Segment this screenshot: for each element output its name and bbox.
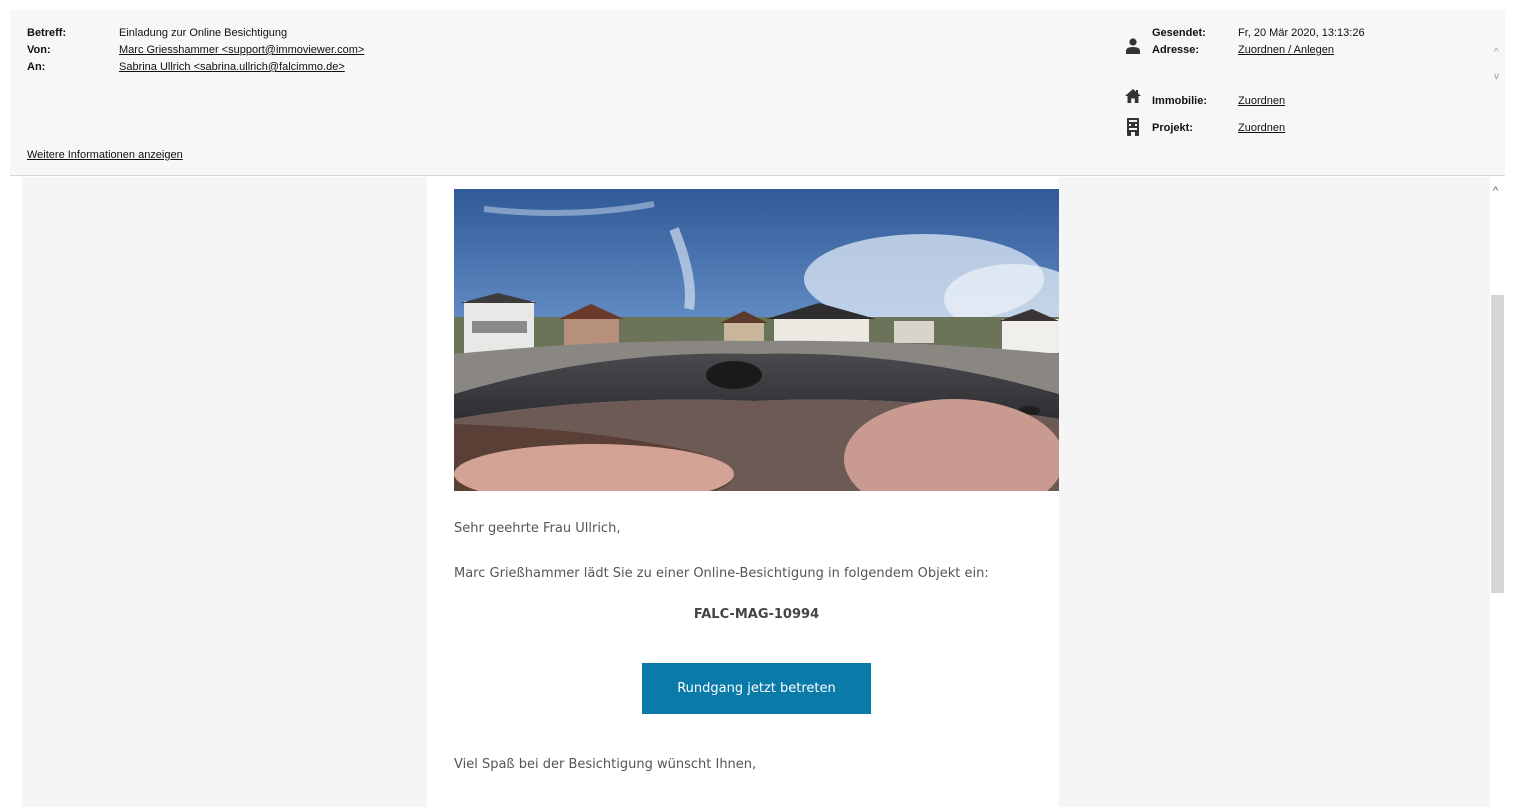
to-label: An:	[27, 61, 46, 73]
address-link[interactable]: Zuordnen / Anlegen	[1238, 44, 1334, 57]
property-link[interactable]: Zuordnen	[1238, 95, 1285, 108]
header-scrollbar[interactable]: ^ v	[1491, 44, 1507, 100]
project-label: Projekt:	[1152, 122, 1193, 134]
to-link[interactable]: Sabrina Ullrich <sabrina.ullrich@falcimm…	[119, 61, 345, 74]
content-scrollbar[interactable]: ^	[1490, 177, 1506, 807]
chevron-up-icon[interactable]: ^	[1493, 185, 1498, 197]
mail-greeting: Sehr geehrte Frau Ullrich,	[454, 521, 621, 536]
mail-closing: Viel Spaß bei der Besichtigung wünscht I…	[454, 757, 757, 772]
chevron-down-icon[interactable]: v	[1494, 72, 1499, 82]
building-icon	[1127, 118, 1139, 136]
sent-value: Fr, 20 Mär 2020, 13:13:26	[1238, 27, 1365, 39]
enter-tour-button[interactable]: Rundgang jetzt betreten	[642, 663, 871, 714]
mail-content-card: Sehr geehrte Frau Ullrich, Marc Grießham…	[427, 177, 1059, 807]
subject-value: Einladung zur Online Besichtigung	[119, 27, 288, 39]
mail-header: Betreff: Einladung zur Online Besichtigu…	[10, 10, 1505, 176]
person-icon	[1126, 38, 1140, 54]
from-link[interactable]: Marc Griesshammer <support@immoviewer.co…	[119, 44, 364, 57]
mail-body: Sehr geehrte Frau Ullrich, Marc Grießham…	[22, 177, 1490, 807]
subject-label: Betreff:	[27, 27, 67, 39]
scrollbar-thumb[interactable]	[1491, 295, 1504, 593]
sent-label: Gesendet:	[1152, 27, 1206, 39]
home-icon	[1125, 89, 1141, 103]
panorama-image[interactable]	[454, 189, 1059, 491]
from-label: Von:	[27, 44, 51, 56]
more-info-link[interactable]: Weitere Informationen anzeigen	[27, 149, 183, 162]
chevron-up-icon[interactable]: ^	[1494, 48, 1499, 58]
address-label: Adresse:	[1152, 44, 1200, 56]
project-link[interactable]: Zuordnen	[1238, 122, 1285, 135]
mail-invitation: Marc Grießhammer lädt Sie zu einer Onlin…	[454, 566, 989, 581]
property-label: Immobilie:	[1152, 95, 1208, 107]
object-code: FALC-MAG-10994	[693, 607, 820, 622]
